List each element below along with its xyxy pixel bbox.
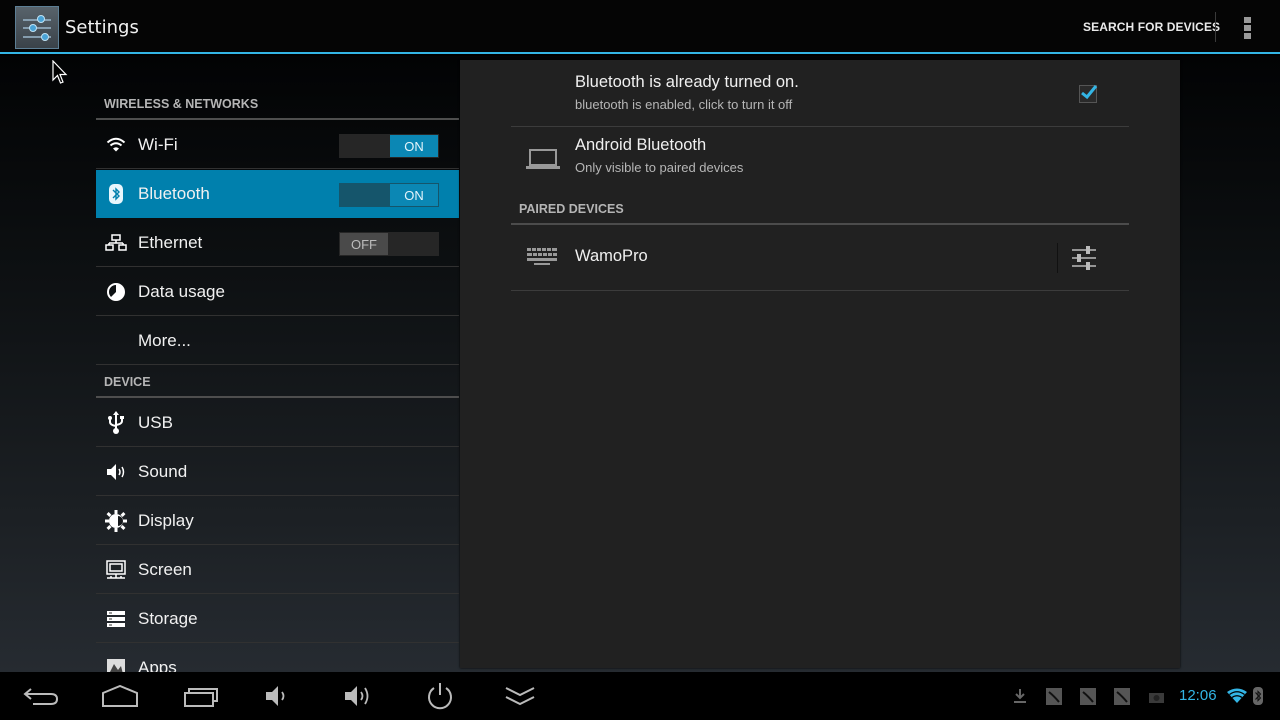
category-wireless-networks: WIRELESS & NETWORKS (104, 97, 259, 111)
screenshot-icon[interactable] (1149, 691, 1164, 703)
action-bar-divider (1215, 12, 1216, 42)
mouse-cursor-icon (52, 60, 68, 84)
header-item-label: Screen (138, 559, 192, 579)
header-item-label: Wi-Fi (138, 134, 178, 154)
sound-icon (105, 461, 127, 483)
device-visibility: Only visible to paired devices (575, 160, 744, 175)
settings-content: WIRELESS & NETWORKS Wi-Fi ON Bluetooth O… (0, 56, 1280, 672)
header-item-data-usage[interactable]: Data usage (96, 268, 459, 316)
notification-icon[interactable] (1114, 688, 1130, 705)
back-button[interactable] (22, 680, 60, 712)
power-icon (428, 683, 452, 710)
notification-icon[interactable] (1080, 688, 1096, 705)
header-item-apps[interactable]: Apps (96, 644, 459, 672)
system-navigation-bar: 12:06 (0, 672, 1280, 720)
home-button[interactable] (100, 680, 140, 712)
volume-up-icon (345, 686, 369, 706)
header-item-label: USB (138, 412, 173, 432)
bluetooth-settings-panel: Bluetooth is already turned on. bluetoot… (460, 60, 1180, 668)
volume-down-icon (266, 686, 285, 706)
header-item-label: Storage (138, 608, 198, 628)
category-device: DEVICE (104, 375, 151, 389)
toggle-thumb: ON (390, 135, 438, 157)
header-item-label: Apps (138, 657, 177, 673)
toggle-thumb: ON (390, 184, 438, 206)
header-item-usb[interactable]: USB (96, 399, 459, 447)
bluetooth-enabled-checkbox[interactable] (1079, 85, 1098, 103)
header-item-more[interactable]: More... (96, 317, 459, 365)
download-icon[interactable] (1013, 688, 1027, 704)
collapse-button[interactable] (503, 680, 537, 712)
wifi-icon (105, 134, 127, 156)
header-item-label: Display (138, 510, 194, 530)
header-item-bluetooth[interactable]: Bluetooth ON (96, 170, 459, 218)
device-visibility-row[interactable]: Android Bluetooth Only visible to paired… (511, 127, 1129, 189)
paired-device-row[interactable]: WamoPro (511, 226, 1057, 289)
notification-icon[interactable] (1046, 688, 1062, 705)
header-item-label: Ethernet (138, 232, 203, 252)
bluetooth-status-title: Bluetooth is already turned on. (575, 73, 799, 91)
back-icon (23, 688, 59, 705)
bluetooth-status-summary: bluetooth is enabled, click to turn it o… (575, 97, 793, 112)
bluetooth-icon (105, 183, 127, 205)
bluetooth-status-row[interactable]: Bluetooth is already turned on. bluetoot… (511, 60, 1129, 126)
row-action-divider (1057, 243, 1058, 273)
row-divider (511, 290, 1129, 291)
status-clock[interactable]: 12:06 (1179, 687, 1217, 704)
display-icon (105, 510, 127, 532)
recent-apps-button[interactable] (182, 680, 222, 712)
screen-icon (105, 559, 127, 581)
header-item-label: Sound (138, 461, 188, 481)
recent-apps-icon (184, 688, 218, 707)
category-divider (96, 118, 459, 120)
search-for-devices-button[interactable]: SEARCH FOR DEVICES (1083, 20, 1220, 34)
header-item-display[interactable]: Display (96, 497, 459, 545)
header-item-storage[interactable]: Storage (96, 595, 459, 643)
header-item-label: More... (138, 330, 191, 350)
home-icon (102, 685, 138, 707)
action-bar: Settings SEARCH FOR DEVICES (0, 0, 1280, 54)
header-item-sound[interactable]: Sound (96, 448, 459, 496)
paired-device-name: WamoPro (575, 247, 648, 265)
category-divider (96, 396, 459, 398)
volume-up-button[interactable] (342, 680, 378, 712)
header-item-wifi[interactable]: Wi-Fi ON (96, 121, 459, 169)
settings-app-icon[interactable] (15, 6, 59, 49)
device-settings-icon[interactable] (1071, 245, 1097, 271)
storage-icon (105, 608, 127, 630)
app-title: Settings (65, 17, 139, 38)
paired-devices-header: PAIRED DEVICES (519, 202, 624, 216)
header-item-screen[interactable]: Screen (96, 546, 459, 594)
toggle-thumb: OFF (340, 233, 388, 255)
data-usage-icon (105, 281, 127, 303)
header-item-ethernet[interactable]: Ethernet OFF (96, 219, 459, 267)
device-name: Android Bluetooth (575, 136, 707, 154)
ethernet-icon (105, 232, 127, 254)
wifi-toggle[interactable]: ON (339, 134, 439, 158)
laptop-icon (526, 149, 560, 169)
header-item-label: Bluetooth (138, 183, 210, 203)
keyboard-icon (527, 248, 557, 265)
double-chevron-down-icon (505, 687, 535, 706)
settings-headers-list: WIRELESS & NETWORKS Wi-Fi ON Bluetooth O… (96, 56, 459, 672)
bluetooth-toggle[interactable]: ON (339, 183, 439, 207)
bluetooth-status-icon (1253, 687, 1263, 705)
apps-icon (105, 657, 127, 672)
header-item-label: Data usage (138, 281, 225, 301)
wifi-signal-icon (1227, 688, 1247, 703)
checkmark-icon (1081, 85, 1098, 100)
overflow-menu-icon[interactable] (1244, 17, 1252, 39)
usb-icon (105, 411, 127, 434)
ethernet-toggle[interactable]: OFF (339, 232, 439, 256)
power-button[interactable] (424, 680, 456, 712)
category-divider (511, 223, 1129, 225)
volume-down-button[interactable] (262, 680, 294, 712)
